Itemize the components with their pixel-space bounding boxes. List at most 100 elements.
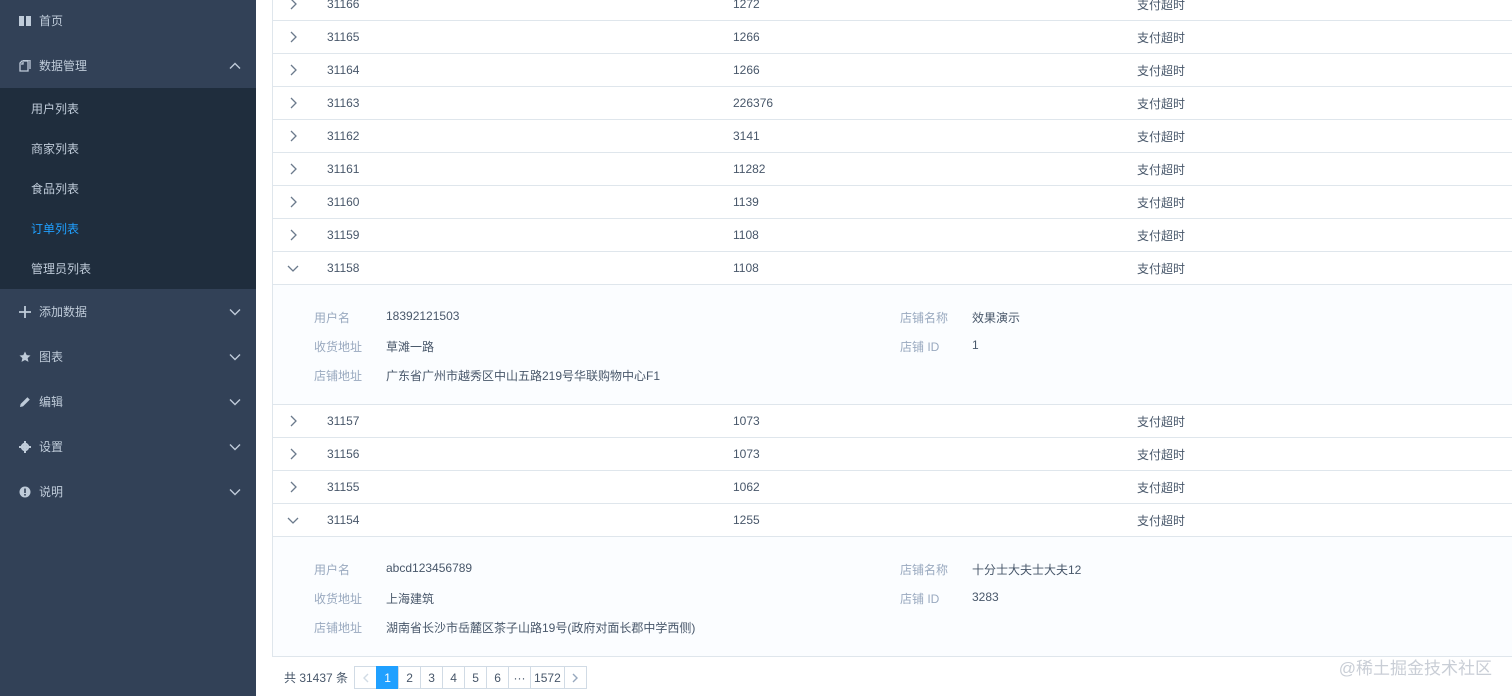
pagination-total: 共 31437 条 [284,671,349,685]
orders-table: 31166 1272 支付超时 31165 1266 支付超时 31164 12… [272,0,1512,657]
order-id: 31166 [327,0,360,11]
submenu-item-admins[interactable]: 管理员列表 [0,248,256,288]
chevron-right-icon[interactable] [287,229,299,241]
page-button-2[interactable]: 2 [398,666,422,689]
detail-label: 店铺 ID [900,340,940,354]
gear-icon [19,440,31,453]
detail-label: 用户名 [314,311,351,325]
chevron-up-icon [229,60,241,72]
detail-label: 店铺名称 [900,563,949,577]
page-button-3[interactable]: 3 [420,666,444,689]
grid-icon [19,15,31,27]
menu-item-about[interactable]: 说明 [0,469,256,514]
order-id: 31163 [327,96,360,110]
table-row: 31162 3141 支付超时 [273,120,1512,153]
order-id: 31156 [327,447,360,461]
detail-label: 用户名 [314,563,351,577]
table-row: 31166 1272 支付超时 [273,0,1512,21]
order-id: 31160 [327,195,360,209]
order-id: 31157 [327,414,360,428]
chevron-right-icon[interactable] [287,448,299,460]
submenu-label: 商家列表 [31,141,80,156]
order-detail-panel: 用户名 18392121503 店铺名称 效果演示 收货地址 草滩一路 店铺 I… [273,285,1512,405]
chevron-right-icon[interactable] [287,97,299,109]
chevron-right-icon[interactable] [287,415,299,427]
order-id: 31162 [327,129,360,143]
order-status: 支付超时 [1137,414,1186,429]
page-button-5[interactable]: 5 [464,666,488,689]
page-button-6[interactable]: 6 [486,666,510,689]
page-button-1[interactable]: 1 [376,666,400,689]
order-price: 11282 [733,162,766,176]
menu-label: 数据管理 [39,59,88,73]
submenu-item-users[interactable]: 用户列表 [0,88,256,128]
chevron-right-icon[interactable] [287,64,299,76]
chevron-right-icon[interactable] [287,31,299,43]
order-status: 支付超时 [1137,0,1186,12]
chevron-down-icon [229,306,241,318]
detail-shop-address: 湖南省长沙市岳麓区茶子山路19号(政府对面长郡中学西侧) [386,621,696,635]
menu-label: 编辑 [39,395,64,409]
order-price: 1108 [733,261,759,275]
chevron-right-icon[interactable] [287,481,299,493]
submenu-item-foods[interactable]: 食品列表 [0,168,256,208]
info-icon [19,486,31,498]
detail-address: 草滩一路 [386,340,435,354]
order-status: 支付超时 [1137,195,1186,210]
order-price: 1266 [733,30,760,44]
order-status: 支付超时 [1137,228,1186,243]
main-content: 31166 1272 支付超时 31165 1266 支付超时 31164 12… [272,0,1512,696]
order-price: 1272 [733,0,760,11]
order-status: 支付超时 [1137,96,1186,111]
order-price: 3141 [733,129,760,143]
order-price: 1255 [733,513,760,527]
menu-item-settings[interactable]: 设置 [0,424,256,469]
table-row: 31155 1062 支付超时 [273,471,1512,504]
table-row: 31161 11282 支付超时 [273,153,1512,186]
detail-shop-id: 1 [972,338,979,352]
order-id: 31154 [327,513,360,527]
prev-page-button[interactable] [354,666,378,689]
next-page-button[interactable] [563,666,587,689]
chevron-right-icon [572,673,579,682]
detail-label: 收货地址 [314,592,363,606]
table-row: 31156 1073 支付超时 [273,438,1512,471]
menu-item-add-data[interactable]: 添加数据 [0,289,256,334]
page-button-4[interactable]: 4 [442,666,466,689]
order-price: 226376 [733,96,774,110]
sidebar: 首页 数据管理 用户列表 商家列表 食品列表 订单列表 管理员列表 添加数据 图… [0,0,256,696]
detail-label: 店铺地址 [314,369,363,383]
order-status: 支付超时 [1137,63,1186,78]
chevron-right-icon[interactable] [287,196,299,208]
chevron-down-icon [229,441,241,453]
detail-shop-name: 十分士大夫士大夫12 [972,563,1082,577]
chevron-down-icon [229,396,241,408]
detail-user: abcd123456789 [386,561,473,575]
order-detail-panel: 用户名 abcd123456789 店铺名称 十分士大夫士大夫12 收货地址 上… [273,537,1512,657]
chevron-right-icon[interactable] [287,163,299,175]
submenu-data-management: 用户列表 商家列表 食品列表 订单列表 管理员列表 [0,88,256,289]
order-status: 支付超时 [1137,30,1186,45]
menu-item-data-management[interactable]: 数据管理 [0,43,256,88]
order-id: 31164 [327,63,360,77]
menu-item-charts[interactable]: 图表 [0,334,256,379]
submenu-item-shops[interactable]: 商家列表 [0,128,256,168]
menu-label: 设置 [39,440,64,454]
menu-item-home[interactable]: 首页 [0,0,256,43]
chevron-right-icon[interactable] [287,0,299,10]
order-id: 31158 [327,261,360,275]
menu-item-edit[interactable]: 编辑 [0,379,256,424]
chevron-down-icon[interactable] [287,262,299,274]
detail-shop-id: 3283 [972,590,999,604]
order-status: 支付超时 [1137,129,1186,144]
page-ellipsis-button[interactable]: ··· [508,666,532,689]
chevron-right-icon[interactable] [287,130,299,142]
submenu-item-orders[interactable]: 订单列表 [0,208,256,248]
submenu-label: 用户列表 [31,101,80,116]
document-icon [19,59,31,72]
page-button-last[interactable]: 1572 [530,666,565,689]
chevron-down-icon[interactable] [287,514,299,526]
detail-label: 店铺 ID [900,592,940,606]
detail-label: 店铺地址 [314,621,363,635]
table-row: 31159 1108 支付超时 [273,219,1512,252]
